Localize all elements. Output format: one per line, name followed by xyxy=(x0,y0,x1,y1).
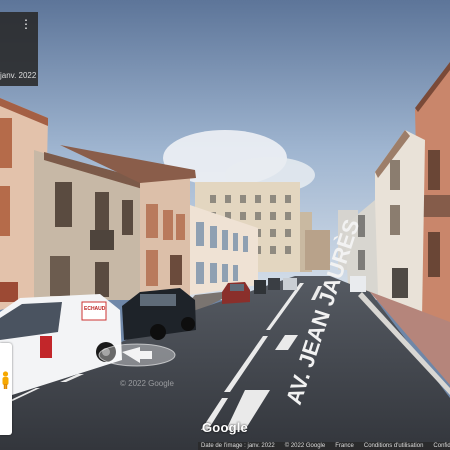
image-date-text: Date de l'image : janv. 2022 xyxy=(201,443,275,449)
pegman-icon xyxy=(2,371,9,389)
more-vert-icon[interactable]: ⋮ xyxy=(20,18,32,30)
street-view-panorama[interactable]: AV. JEAN JAURÈS ECHAUD © 2022 Google xyxy=(0,0,450,450)
privacy-link[interactable]: Confidentialité xyxy=(433,442,450,450)
country-link[interactable]: France xyxy=(335,442,354,450)
van-logo-text: ECHAUD xyxy=(84,306,106,312)
pegman-control[interactable] xyxy=(0,343,12,435)
copyright-text: © 2022 Google xyxy=(284,443,326,449)
attribution-bar: Date de l'image : janv. 2022 © 2022 Goog… xyxy=(198,442,450,450)
watermark-text: © 2022 Google xyxy=(120,379,174,388)
navigation-arrow[interactable] xyxy=(98,343,176,367)
capture-date: janv. 2022 xyxy=(0,71,37,80)
google-logo: Google xyxy=(202,420,248,435)
date-card[interactable]: ⋮ janv. 2022 xyxy=(0,12,38,86)
terms-link[interactable]: Conditions d'utilisation xyxy=(364,442,424,450)
